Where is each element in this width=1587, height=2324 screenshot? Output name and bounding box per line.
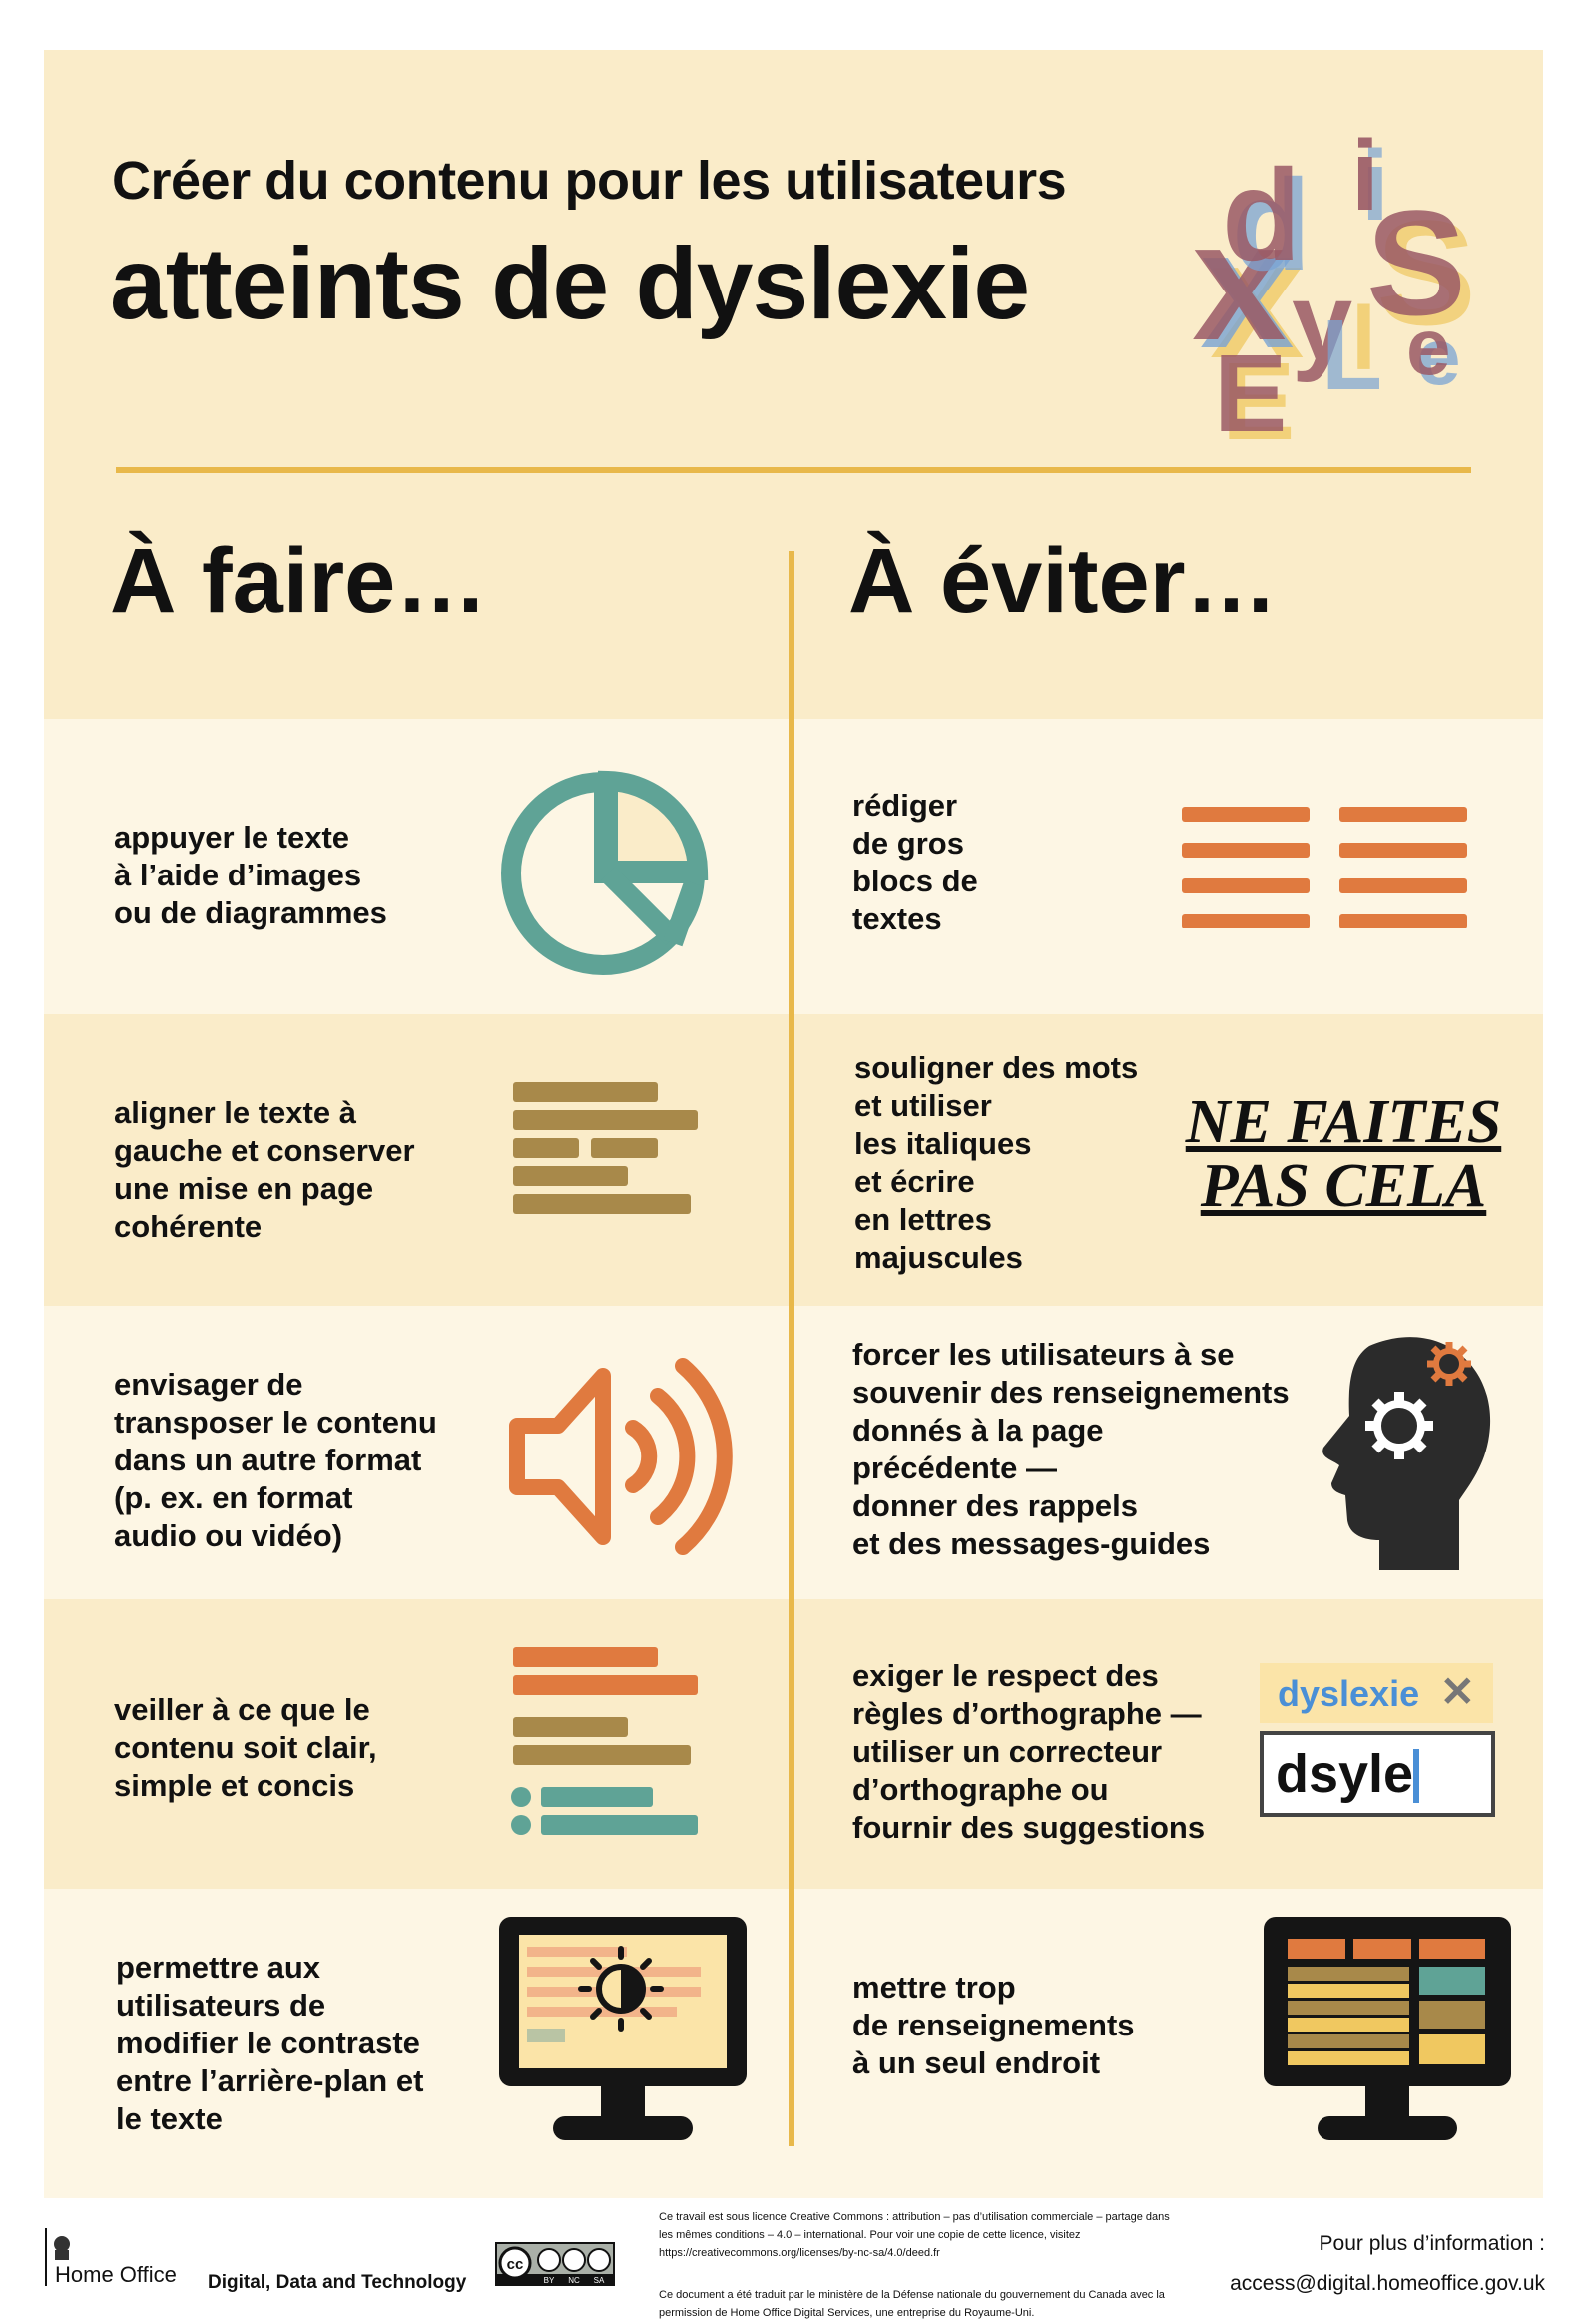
spell-suggestion-bar: dyslexie ✕ — [1260, 1663, 1493, 1723]
license-text: Ce travail est sous licence Creative Com… — [659, 2211, 1170, 2259]
cc-license-badge: cc BY NC SA — [495, 2242, 615, 2291]
text-cursor — [1413, 1749, 1419, 1803]
cc-label-by: BY — [544, 2276, 555, 2285]
monitor-contrast-icon — [499, 1917, 747, 2140]
logo-letter: e — [1406, 302, 1451, 391]
poster: Créer du contenu pour les utilisateurs a… — [44, 50, 1543, 2198]
speaker-icon — [509, 1358, 733, 1555]
dismiss-suggestion-icon: ✕ — [1439, 1668, 1475, 1715]
dont-text-2: souligner des mots et utiliser les itali… — [854, 1050, 1139, 1275]
dont-text-1: rédiger de gros blocs de textes — [852, 788, 978, 936]
logo-letter: d — [1222, 142, 1301, 288]
translation-text: Ce document a été traduit par le ministè… — [659, 2289, 1165, 2319]
logo-letter: L — [1322, 299, 1382, 411]
ddat-label: Digital, Data and Technology — [208, 2272, 467, 2293]
spell-suggestion: dyslexie — [1278, 1673, 1420, 1714]
clear-text-icon — [511, 1647, 698, 1835]
monitor-cluttered-icon — [1264, 1917, 1511, 2140]
pie-chart-icon — [501, 770, 709, 975]
do-text-4: veiller à ce que le contenu soit clair, … — [114, 1692, 377, 1803]
left-aligned-text-icon — [513, 1082, 698, 1214]
dont-heading: À éviter… — [848, 530, 1278, 632]
home-office-label: Home Office — [55, 2262, 177, 2287]
text-blocks-icon — [1182, 807, 1467, 928]
head-gears-icon — [1322, 1337, 1491, 1570]
do-text-5: permettre aux utilisateurs de modifier l… — [116, 1950, 424, 2136]
dont-text-4: exiger le respect des règles d’orthograp… — [852, 1658, 1206, 1845]
spell-typed-text: dsyle — [1276, 1744, 1414, 1804]
dyslexia-logo: x x x d d i i S S y l L e e E E — [1192, 120, 1476, 463]
title-line-1: Créer du contenu pour les utilisateurs — [112, 151, 1067, 211]
spell-input-box: dsyle — [1260, 1731, 1495, 1817]
ne-faites-pas-cela-example: NE FAITES PAS CELA — [1185, 1088, 1502, 1220]
header-divider — [116, 467, 1471, 473]
cc-label-sa: SA — [594, 2276, 605, 2285]
do-text-2: aligner le texte à gauche et conserver u… — [114, 1095, 415, 1244]
do-heading: À faire… — [110, 530, 488, 632]
svg-text:cc: cc — [507, 2256, 524, 2273]
logo-letter: E — [1214, 332, 1287, 455]
title-line-2: atteints de dyslexie — [110, 227, 1030, 340]
spell-check-widget: dyslexie ✕ dsyle — [1260, 1663, 1495, 1817]
dont-text-3: forcer les utilisateurs à se souvenir de… — [852, 1337, 1290, 1561]
dont-text-5: mettre trop de renseignements à un seul … — [852, 1970, 1135, 2080]
cc-label-nc: NC — [568, 2276, 580, 2285]
column-divider — [789, 551, 794, 2146]
contact-email[interactable]: access@digital.homeoffice.gov.uk — [1230, 2272, 1545, 2296]
do-text-1: appuyer le texte à l’aide d’images ou de… — [114, 820, 387, 930]
do-text-3: envisager de transposer le contenu dans … — [114, 1367, 437, 1553]
more-info-label: Pour plus d’information : — [1319, 2232, 1545, 2255]
